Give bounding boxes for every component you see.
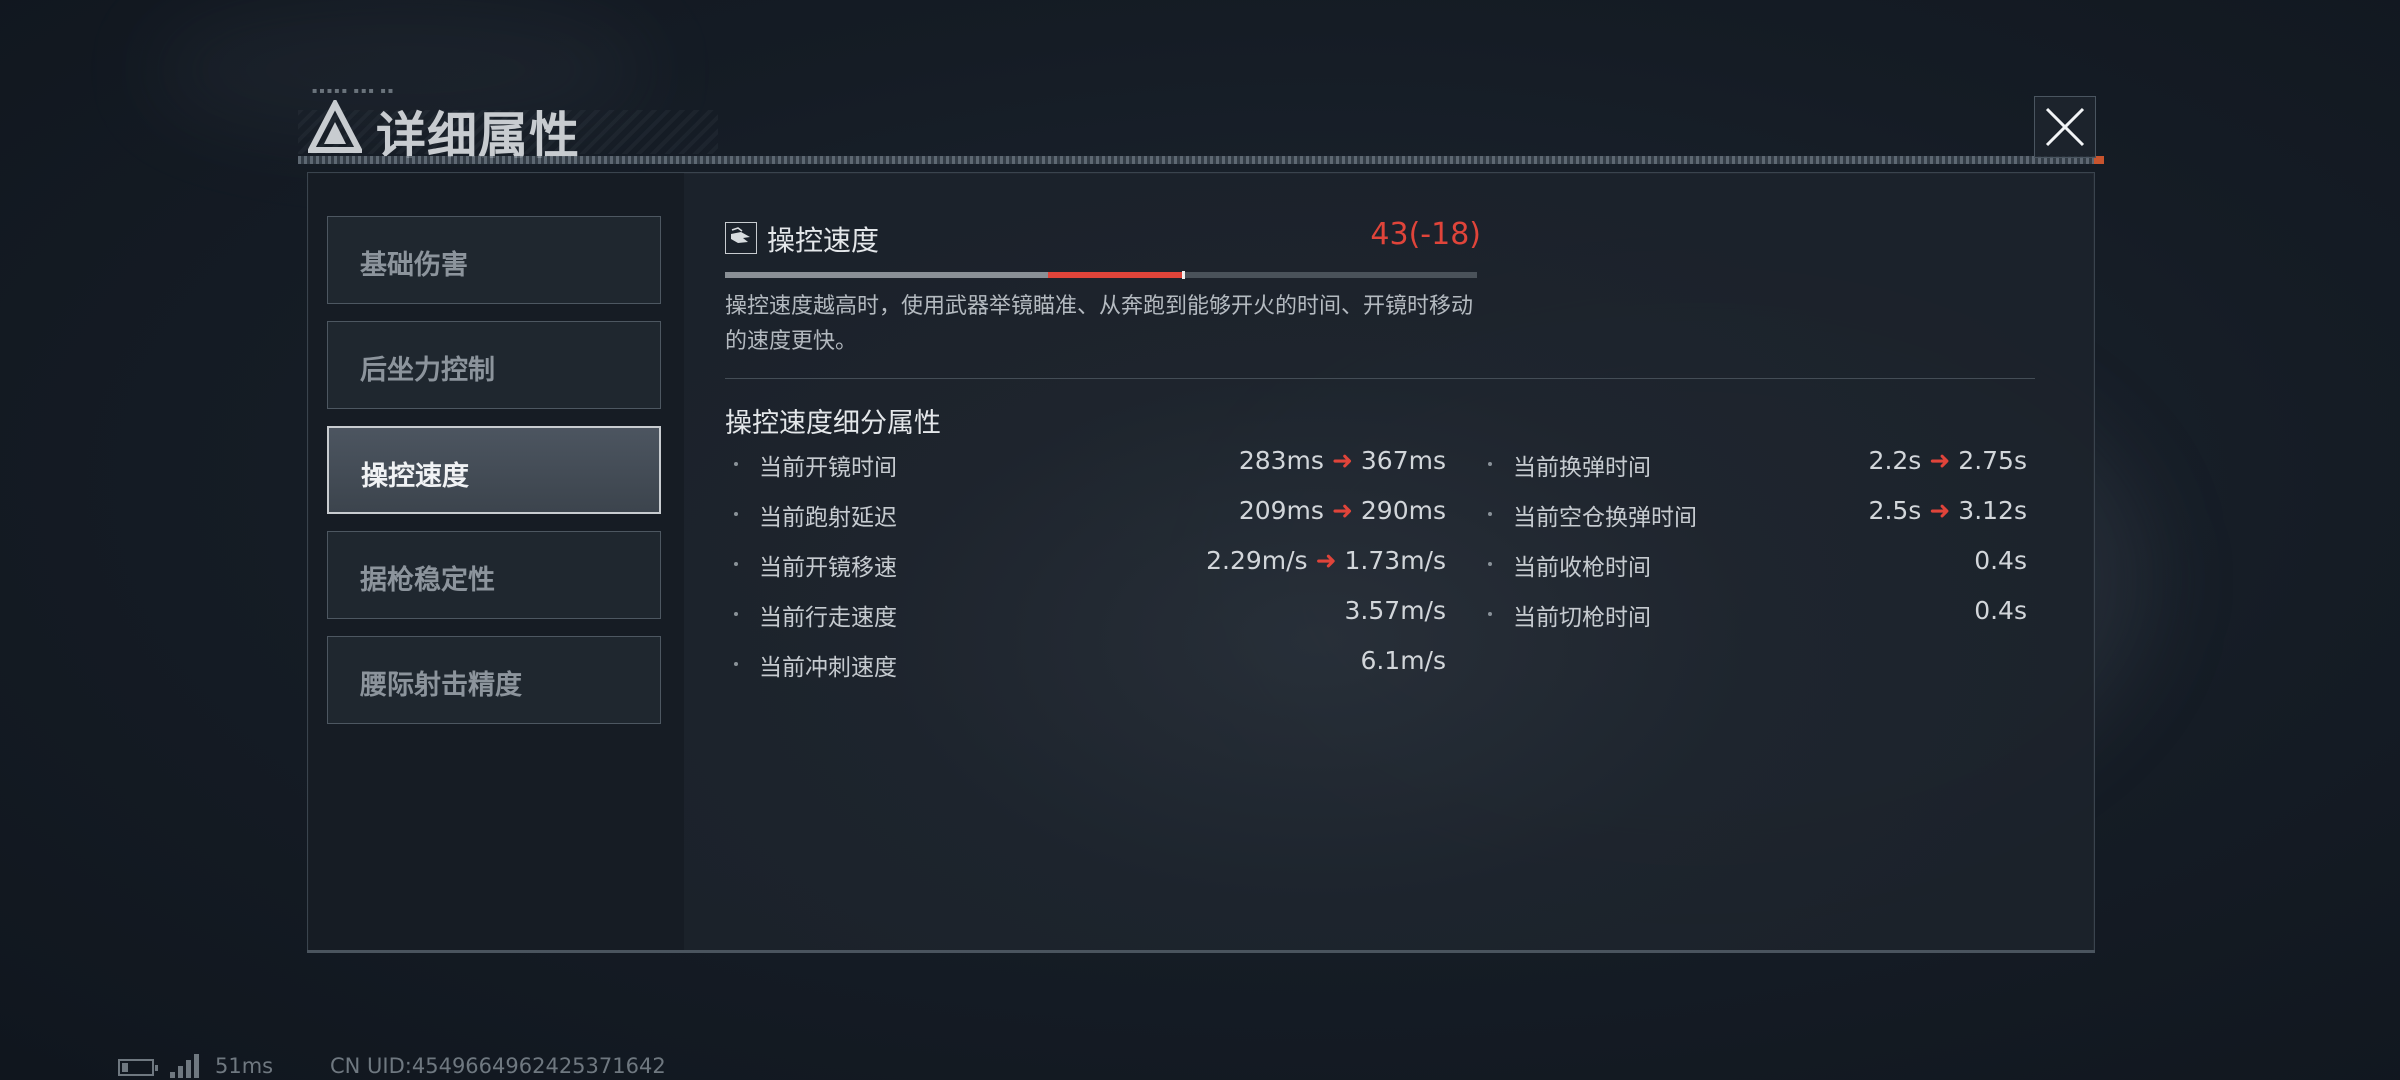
tab-handling-speed[interactable]: 操控速度 (327, 426, 661, 514)
stat-row: 当前开镜移速 2.29m/s ➜ 1.73m/s (726, 544, 1446, 584)
stat-row: 当前行走速度 3.57m/s (726, 594, 1446, 634)
stat-description: 操控速度越高时，使用武器举镜瞄准、从奔跑到能够开火的时间、开镜时移动的速度更快。 (725, 294, 1474, 354)
stat-row-label: 当前开镜时间 (759, 455, 897, 481)
bullet-icon (734, 562, 738, 566)
stat-bar-current (725, 272, 1049, 278)
stat-row-value: 0.4s (1974, 596, 2027, 625)
stat-row-value: 2.2s ➜ 2.75s (1869, 446, 2027, 475)
stat-row-to: 290ms (1360, 496, 1446, 525)
arrow-right-icon: ➜ (1929, 446, 1951, 475)
hand-icon (725, 222, 757, 254)
arrow-right-icon: ➜ (1331, 496, 1353, 525)
stat-row: 当前开镜时间 283ms ➜ 367ms (726, 444, 1446, 484)
stat-row: 当前空仓换弹时间 2.5s ➜ 3.12s (1480, 494, 2027, 534)
tab-label: 操控速度 (361, 461, 469, 492)
stat-row-value: 0.4s (1974, 546, 2027, 575)
stat-row-to: 367ms (1360, 446, 1446, 475)
sidebar: 基础伤害 后坐力控制 操控速度 据枪稳定性 腰际射击精度 (308, 173, 684, 951)
close-icon (2045, 107, 2085, 147)
panel-bottom-edge (307, 950, 2095, 953)
bullet-icon (734, 462, 738, 466)
bullet-icon (1488, 512, 1492, 516)
arrow-right-icon: ➜ (1315, 546, 1337, 575)
tab-label: 腰际射击精度 (360, 670, 522, 701)
stat-row-label: 当前切枪时间 (1513, 605, 1651, 631)
bullet-icon (734, 662, 738, 666)
stat-row: 当前切枪时间 0.4s (1480, 594, 2027, 634)
stat-row-from: 209ms (1238, 496, 1324, 525)
divider (725, 378, 2035, 379)
close-button[interactable] (2034, 96, 2096, 158)
dialog-header: ▪▪▪▪▪ ▪▪▪ ▪▪ 详细属性 (298, 86, 2104, 165)
stat-row-label: 当前收枪时间 (1513, 555, 1651, 581)
stat-row-label: 当前开镜移速 (759, 555, 897, 581)
dialog-panel: 基础伤害 后坐力控制 操控速度 据枪稳定性 腰际射击精度 操控速度 43(-18… (307, 172, 2095, 952)
stat-row-value: 3.57m/s (1344, 596, 1446, 625)
stat-row-value: 6.1m/s (1360, 646, 1446, 675)
stat-row-label: 当前冲刺速度 (759, 655, 897, 681)
tab-label: 据枪稳定性 (360, 565, 495, 596)
stat-row-label: 当前换弹时间 (1513, 455, 1651, 481)
stat-row-from: 2.2s (1868, 446, 1922, 475)
stat-row: 当前换弹时间 2.2s ➜ 2.75s (1480, 444, 2027, 484)
uid-text: CN UID:4549664962425371642 (330, 1054, 666, 1078)
tab-recoil-control[interactable]: 后坐力控制 (327, 321, 661, 409)
bullet-icon (734, 512, 738, 516)
breakdown-title: 操控速度细分属性 (725, 408, 941, 439)
header-decoration-text: ▪▪▪▪▪ ▪▪▪ ▪▪ (312, 86, 396, 95)
stat-row-label: 当前空仓换弹时间 (1513, 505, 1697, 531)
stat-row-value: 2.5s ➜ 3.12s (1869, 496, 2027, 525)
stat-row-value: 209ms ➜ 290ms (1239, 496, 1446, 525)
stat-row-from: 2.5s (1868, 496, 1922, 525)
tab-label: 后坐力控制 (360, 355, 495, 386)
triangle-logo-icon (308, 100, 362, 153)
stat-row: 当前跑射延迟 209ms ➜ 290ms (726, 494, 1446, 534)
tab-label: 基础伤害 (360, 250, 468, 281)
tab-base-damage[interactable]: 基础伤害 (327, 216, 661, 304)
ping-text: 51ms (215, 1054, 274, 1078)
stat-row-label: 当前行走速度 (759, 605, 897, 631)
stat-row: 当前冲刺速度 6.1m/s (726, 644, 1446, 684)
stat-row-from: 2.29m/s (1206, 546, 1308, 575)
stat-bar-marker (1181, 271, 1185, 279)
arrow-right-icon: ➜ (1331, 446, 1353, 475)
stat-row-to: 1.73m/s (1344, 546, 1446, 575)
arrow-right-icon: ➜ (1929, 496, 1951, 525)
bullet-icon (1488, 562, 1492, 566)
stat-bar-reduction (1048, 272, 1184, 278)
stat-row-to: 3.12s (1958, 496, 2027, 525)
stat-row-value: 283ms ➜ 367ms (1239, 446, 1446, 475)
stat-row: 当前收枪时间 0.4s (1480, 544, 2027, 584)
header-rule (298, 156, 2098, 164)
bullet-icon (1488, 612, 1492, 616)
stat-row-label: 当前跑射延迟 (759, 505, 897, 531)
tab-hipfire-accuracy[interactable]: 腰际射击精度 (327, 636, 661, 724)
bullet-icon (1488, 462, 1492, 466)
signal-icon (170, 1054, 204, 1078)
stat-row-from: 283ms (1238, 446, 1324, 475)
battery-icon (118, 1059, 158, 1076)
stat-bar (725, 271, 1477, 279)
bullet-icon (734, 612, 738, 616)
tab-aim-stability[interactable]: 据枪稳定性 (327, 531, 661, 619)
stat-value: 43(-18) (1370, 217, 1481, 252)
stat-name: 操控速度 (767, 224, 880, 257)
stat-row-to: 2.75s (1958, 446, 2027, 475)
stat-row-value: 2.29m/s ➜ 1.73m/s (1206, 546, 1446, 575)
